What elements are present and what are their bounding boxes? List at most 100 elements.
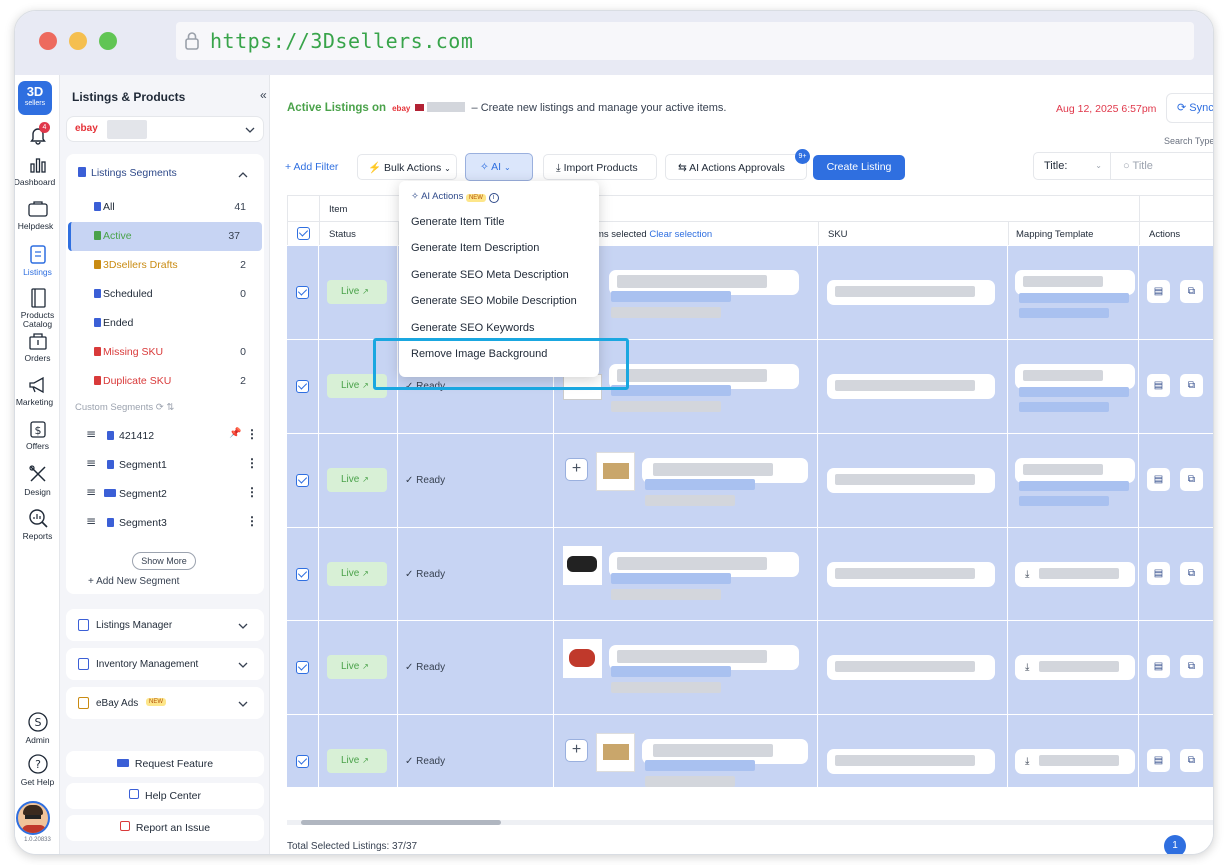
custom-segment-row[interactable]: ≡ Segment3 ⋮ [86, 509, 258, 538]
show-more-button[interactable]: Show More [132, 552, 196, 570]
approvals-badge: 9+ [795, 149, 810, 164]
edit-action-icon[interactable]: ▤ [1147, 280, 1170, 303]
help-center-button[interactable]: Help Center [66, 783, 264, 809]
segments-header[interactable]: Listings Segments [78, 167, 177, 179]
select-all-checkbox[interactable] [297, 227, 310, 240]
segment-active[interactable]: Active 37 [68, 222, 262, 251]
rail-marketing[interactable]: Marketing [15, 375, 60, 407]
store-select[interactable]: ebay [66, 116, 264, 142]
horizontal-scrollbar[interactable] [287, 820, 1213, 825]
table-row[interactable]: Live ↗ ✓ Ready + ⤓ ▤ ⧉ [287, 714, 1213, 787]
minimize-window-button[interactable] [69, 32, 87, 50]
row-checkbox[interactable] [296, 474, 309, 487]
custom-segment-row[interactable]: ≡ Segment1 ⋮ [86, 451, 258, 480]
rail-get-help[interactable]: ? Get Help [15, 753, 60, 787]
table-row[interactable]: Live ↗ ✓ Ready ⤓ ▤ ⧉ [287, 527, 1213, 621]
external-link-icon: ↗ [362, 662, 369, 671]
rail-offers[interactable]: $ Offers [15, 419, 60, 451]
bulk-actions-button[interactable]: ⚡ Bulk Actions ⌄ [357, 154, 457, 180]
sidebar: Listings & Products « ebay Listings Segm… [60, 75, 270, 854]
row-checkbox[interactable] [296, 661, 309, 674]
search-field-select[interactable]: Title: ⌄ [1033, 152, 1111, 180]
avatar[interactable] [16, 801, 50, 835]
menu-seo-mobile[interactable]: Generate SEO Mobile Description [411, 295, 577, 307]
menu-generate-description[interactable]: Generate Item Description [411, 242, 539, 254]
table-row[interactable]: Live ↗ ✓ Ready + ▤ ⧉ [287, 433, 1213, 527]
expand-variations-button[interactable]: + [565, 739, 588, 762]
menu-seo-keywords[interactable]: Generate SEO Keywords [411, 322, 535, 334]
copy-action-icon[interactable]: ⧉ [1180, 562, 1203, 585]
segment-ended[interactable]: Ended [74, 309, 264, 338]
rail-admin[interactable]: S Admin [15, 711, 60, 745]
inventory-management-section[interactable]: Inventory Management [66, 648, 264, 680]
ai-approvals-button[interactable]: ⇆ AI Actions Approvals [665, 154, 807, 180]
listings-manager-section[interactable]: Listings Manager [66, 609, 264, 641]
menu-generate-title[interactable]: Generate Item Title [411, 216, 505, 228]
edit-action-icon[interactable]: ▤ [1147, 655, 1170, 678]
copy-action-icon[interactable]: ⧉ [1180, 374, 1203, 397]
page-button[interactable]: 1 [1164, 835, 1186, 854]
copy-action-icon[interactable]: ⧉ [1180, 280, 1203, 303]
page-subtitle: – Create new listings and manage your ac… [471, 102, 727, 114]
new-badge: NEW [465, 194, 486, 202]
collapse-sidebar-button[interactable]: « [260, 88, 267, 102]
ebay-ads-section[interactable]: eBay Ads NEW [66, 687, 264, 719]
external-link-icon: ↗ [362, 475, 369, 484]
chevron-up-icon[interactable] [238, 170, 248, 180]
segment-scheduled[interactable]: Scheduled 0 [74, 280, 264, 309]
copy-action-icon[interactable]: ⧉ [1180, 749, 1203, 772]
segment-missing-sku[interactable]: Missing SKU 0 [74, 338, 264, 367]
segment-drafts[interactable]: 3Dsellers Drafts 2 [74, 251, 264, 280]
search-input[interactable]: ○ Title [1111, 152, 1213, 180]
row-checkbox[interactable] [296, 568, 309, 581]
rail-listings[interactable]: Listings [15, 243, 60, 277]
request-feature-button[interactable]: Request Feature [66, 751, 264, 777]
add-filter-button[interactable]: + Add Filter [285, 154, 339, 180]
segment-all[interactable]: All 41 [74, 193, 264, 222]
rail-helpdesk[interactable]: Helpdesk [15, 199, 60, 231]
import-products-button[interactable]: ⤓ Import Products [543, 154, 657, 180]
rail-dashboard[interactable]: Dashboard [15, 155, 60, 187]
table-row[interactable]: Live ↗ ✓ Ready ⤓ ▤ ⧉ [287, 620, 1213, 714]
edit-action-icon[interactable]: ▤ [1147, 468, 1170, 491]
copy-action-icon[interactable]: ⧉ [1180, 655, 1203, 678]
rail-orders[interactable]: Orders [15, 331, 60, 363]
row-checkbox[interactable] [296, 286, 309, 299]
new-badge: NEW [146, 698, 166, 706]
ai-button[interactable]: ✧ AI ⌄ [465, 153, 533, 181]
status-live-badge[interactable]: Live ↗ [327, 280, 387, 304]
report-issue-button[interactable]: Report an Issue [66, 815, 264, 841]
status-live-badge[interactable]: Live ↗ [327, 468, 387, 492]
rail-reports[interactable]: Reports [15, 507, 60, 541]
zoom-window-button[interactable] [99, 32, 117, 50]
lock-icon [185, 32, 199, 50]
status-live-badge[interactable]: Live ↗ [327, 562, 387, 586]
add-segment-button[interactable]: + Add New Segment [88, 576, 179, 587]
rail-products-catalog[interactable]: Products Catalog [15, 287, 60, 329]
clear-selection-link[interactable]: Clear selection [649, 229, 712, 240]
menu-seo-meta[interactable]: Generate SEO Meta Description [411, 269, 569, 281]
address-bar[interactable]: https://3Dsellers.com [176, 22, 1194, 60]
row-checkbox[interactable] [296, 755, 309, 768]
edit-action-icon[interactable]: ▤ [1147, 562, 1170, 585]
create-listing-button[interactable]: Create Listing [813, 155, 905, 180]
close-window-button[interactable] [39, 32, 57, 50]
edit-action-icon[interactable]: ▤ [1147, 374, 1170, 397]
edit-action-icon[interactable]: ▤ [1147, 749, 1170, 772]
expand-variations-button[interactable]: + [565, 458, 588, 481]
rail-design[interactable]: Design [15, 463, 60, 497]
copy-action-icon[interactable]: ⧉ [1180, 468, 1203, 491]
custom-segment-row[interactable]: ≡ 421412 📌 ⋮ [86, 422, 258, 451]
row-checkbox[interactable] [296, 380, 309, 393]
icon-rail: 3D sellers 4 Dashboard Helpdesk Listings [15, 75, 60, 854]
notification-badge: 4 [39, 122, 50, 133]
logo[interactable]: 3D sellers [18, 81, 52, 115]
flag-icon [415, 104, 425, 111]
notifications-button[interactable]: 4 [15, 122, 60, 147]
custom-segment-row[interactable]: ≡ Segment2 ⋮ [86, 480, 258, 509]
segment-duplicate-sku[interactable]: Duplicate SKU 2 [74, 367, 264, 396]
table: Item Status ms selected Clear selection … [271, 181, 1213, 854]
sync-button[interactable]: ⟳ Sync [1166, 93, 1213, 123]
status-live-badge[interactable]: Live ↗ [327, 655, 387, 679]
status-live-badge[interactable]: Live ↗ [327, 749, 387, 773]
